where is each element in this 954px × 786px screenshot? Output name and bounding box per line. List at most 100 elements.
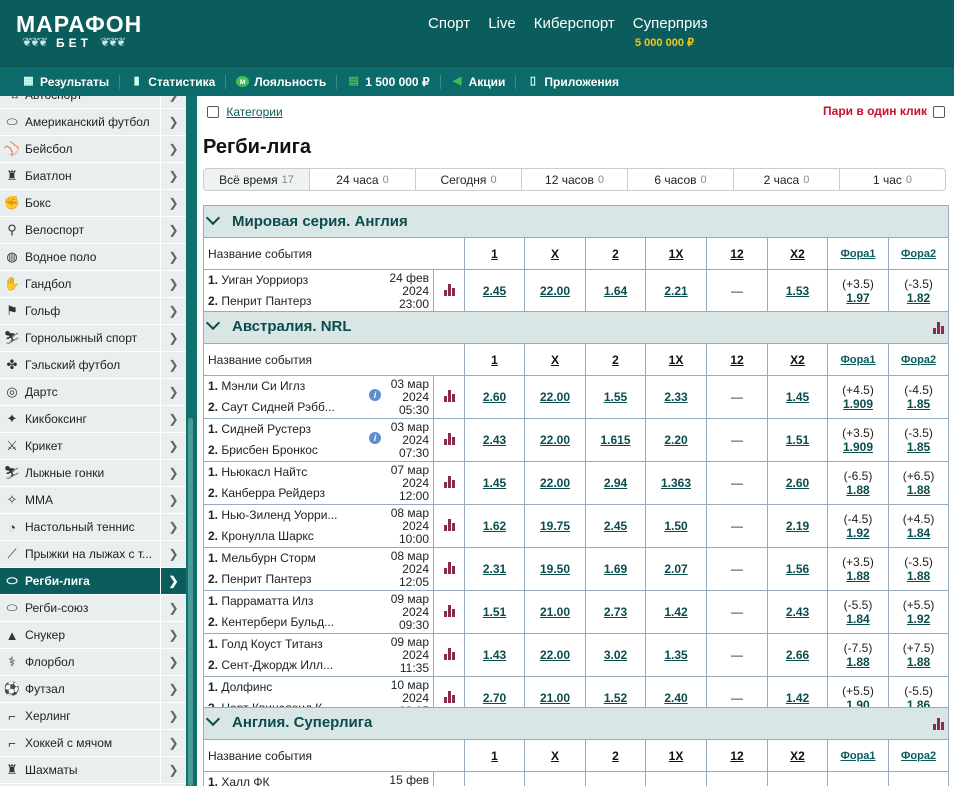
fora1-cell[interactable]: (-5.5) 1.84 xyxy=(827,590,889,634)
col-12[interactable]: 12 xyxy=(706,739,768,772)
time-filter-tab[interactable]: 6 часов 0 xyxy=(628,169,734,190)
stats-icon[interactable] xyxy=(443,690,455,703)
fora2-odd[interactable]: 1.84 xyxy=(889,526,948,540)
group-header[interactable]: Англия. Суперлига xyxy=(202,707,950,740)
chevron-right-icon[interactable]: ❯ xyxy=(160,298,186,324)
chevron-right-icon[interactable]: ❯ xyxy=(160,325,186,351)
odd-cell[interactable]: 2.43 xyxy=(464,418,525,462)
fora1-cell[interactable]: (+3.5) 1.88 xyxy=(827,547,889,591)
fora2-cell[interactable]: (+0.5) xyxy=(887,771,950,786)
fora2-odd[interactable]: 1.88 xyxy=(889,655,948,669)
chevron-right-icon[interactable]: ❯ xyxy=(160,676,186,702)
sidebar-item[interactable]: ⚽ Футзал ❯ xyxy=(0,676,186,703)
stats-icon[interactable] xyxy=(443,475,455,488)
sidebar-item[interactable]: ⚾ Бейсбол ❯ xyxy=(0,136,186,163)
time-filter-tab[interactable]: Всё время 17 xyxy=(204,169,310,190)
col-x2[interactable]: X2 xyxy=(767,739,828,772)
team-2[interactable]: Брисбен Бронкос xyxy=(221,443,318,457)
odd-cell[interactable]: 2.45 xyxy=(585,504,646,548)
sidebar-item[interactable]: ⚔ Крикет ❯ xyxy=(0,433,186,460)
odd-12[interactable]: — xyxy=(731,562,743,576)
odd-1[interactable]: 2.60 xyxy=(483,390,506,404)
odd-cell[interactable]: 1.615 xyxy=(585,418,646,462)
team-2[interactable]: Канберра Рейдерз xyxy=(221,486,325,500)
odd-cell[interactable]: 21.00 xyxy=(524,590,586,634)
one-click-checkbox[interactable] xyxy=(933,105,945,118)
odd-cell[interactable]: 2.21 xyxy=(645,269,707,313)
odd-2[interactable]: 1.615 xyxy=(600,433,630,447)
odd-1x[interactable]: 2.21 xyxy=(664,284,687,298)
team-1[interactable]: Нью-Зиленд Уорри... xyxy=(221,508,337,522)
col-1[interactable]: 1 xyxy=(464,237,525,270)
chevron-right-icon[interactable]: ❯ xyxy=(160,217,186,243)
odd-cell[interactable]: 1.50 xyxy=(645,504,707,548)
event-name[interactable]: 1. Мэнли Си Иглз 2. Саут Сидней Рэбб... i 0… xyxy=(203,375,434,419)
odd-1x[interactable]: 1.50 xyxy=(664,519,687,533)
odd-cell[interactable]: 1.56 xyxy=(767,547,828,591)
col-12[interactable]: 12 xyxy=(706,343,768,376)
col-2[interactable]: 2 xyxy=(585,739,646,772)
team-2[interactable]: Кронулла Шаркс xyxy=(221,529,313,543)
odd-cell[interactable]: 2.45 xyxy=(464,269,525,313)
categories-checkbox[interactable] xyxy=(207,105,219,118)
sidebar-item[interactable]: ⛍ Автоспорт❯ xyxy=(0,96,186,109)
odd-1[interactable]: 2.43 xyxy=(483,433,506,447)
team-2[interactable]: Кентербери Бульд... xyxy=(221,615,334,629)
sidebar-item[interactable]: ⌐ Хоккей с мячом ❯ xyxy=(0,730,186,757)
fora2-odd[interactable]: 1.92 xyxy=(889,612,948,626)
col-fora1[interactable]: Фора1 xyxy=(827,237,889,270)
categories-link[interactable]: Категории xyxy=(226,105,282,119)
fora2-cell[interactable]: (+6.5) 1.88 xyxy=(887,461,950,505)
chevron-down-icon[interactable] xyxy=(205,210,221,226)
time-filter-tab[interactable]: Сегодня 0 xyxy=(416,169,522,190)
fora1-odd[interactable]: 1.909 xyxy=(828,397,888,411)
odd-cell[interactable]: — xyxy=(706,418,768,462)
col-fora1[interactable]: Фора1 xyxy=(827,343,889,376)
chevron-right-icon[interactable]: ❯ xyxy=(160,244,186,270)
stats-cell[interactable] xyxy=(433,590,465,634)
odd-cell[interactable]: 1.51 xyxy=(464,590,525,634)
stats-cell[interactable] xyxy=(433,375,465,419)
odd-cell[interactable]: 2.66 xyxy=(767,633,828,677)
odd-x[interactable]: 21.00 xyxy=(540,691,570,705)
odd-cell[interactable]: 2.19 xyxy=(767,504,828,548)
sidebar-item[interactable]: ⚲ Велоспорт ❯ xyxy=(0,217,186,244)
fora1-odd[interactable]: 1.88 xyxy=(828,569,888,583)
odd-cell[interactable]: 2.07 xyxy=(645,547,707,591)
time-filter-tab[interactable]: 2 часа 0 xyxy=(734,169,840,190)
event-name[interactable]: 1. Ньюкасл Найтс 2. Канберра Рейдерз 07 ма… xyxy=(203,461,434,505)
chevron-right-icon[interactable]: ❯ xyxy=(160,568,186,594)
odd-cell[interactable]: 22.00 xyxy=(524,269,586,313)
chevron-right-icon[interactable]: ❯ xyxy=(160,163,186,189)
fora2-cell[interactable]: (-4.5) 1.85 xyxy=(887,375,950,419)
group-header[interactable]: Мировая серия. Англия xyxy=(202,205,950,238)
odd-12[interactable]: — xyxy=(731,519,743,533)
col-2[interactable]: 2 xyxy=(585,237,646,270)
odd-1x[interactable]: 1.35 xyxy=(664,648,687,662)
fora1-cell[interactable]: (-4.5) 1.92 xyxy=(827,504,889,548)
sidebar-item[interactable]: ⬭ Регби-лига ❯ xyxy=(0,568,186,595)
odd-12[interactable]: — xyxy=(731,433,743,447)
nav-superprize[interactable]: Суперприз xyxy=(633,15,708,32)
odd-cell[interactable] xyxy=(706,771,768,786)
fora2-cell[interactable]: (+7.5) 1.88 xyxy=(887,633,950,677)
event-name[interactable]: 1. Мельбурн Сторм 2. Пенрит Пантерз 08 мар… xyxy=(203,547,434,591)
fora2-cell[interactable]: (-3.5) 1.85 xyxy=(887,418,950,462)
chevron-right-icon[interactable]: ❯ xyxy=(160,622,186,648)
time-filter-tab[interactable]: 24 часа 0 xyxy=(310,169,416,190)
odd-cell[interactable]: 22.00 xyxy=(524,633,586,677)
stats-icon[interactable] xyxy=(443,283,455,296)
col-1[interactable]: 1 xyxy=(464,739,525,772)
odd-cell[interactable] xyxy=(464,771,525,786)
chevron-right-icon[interactable]: ❯ xyxy=(160,109,186,135)
sidebar-item[interactable]: ◎ Дартс ❯ xyxy=(0,379,186,406)
odd-12[interactable]: — xyxy=(731,648,743,662)
odd-cell[interactable]: 22.00 xyxy=(524,418,586,462)
col-12[interactable]: 12 xyxy=(706,237,768,270)
odd-cell[interactable]: 1.43 xyxy=(464,633,525,677)
odd-cell[interactable]: 2.60 xyxy=(767,461,828,505)
fora1-cell[interactable]: (-7.5) 1.88 xyxy=(827,633,889,677)
chevron-right-icon[interactable]: ❯ xyxy=(160,379,186,405)
chevron-right-icon[interactable]: ❯ xyxy=(160,433,186,459)
subnav-loyalty[interactable]: м Лояльность xyxy=(236,74,338,89)
